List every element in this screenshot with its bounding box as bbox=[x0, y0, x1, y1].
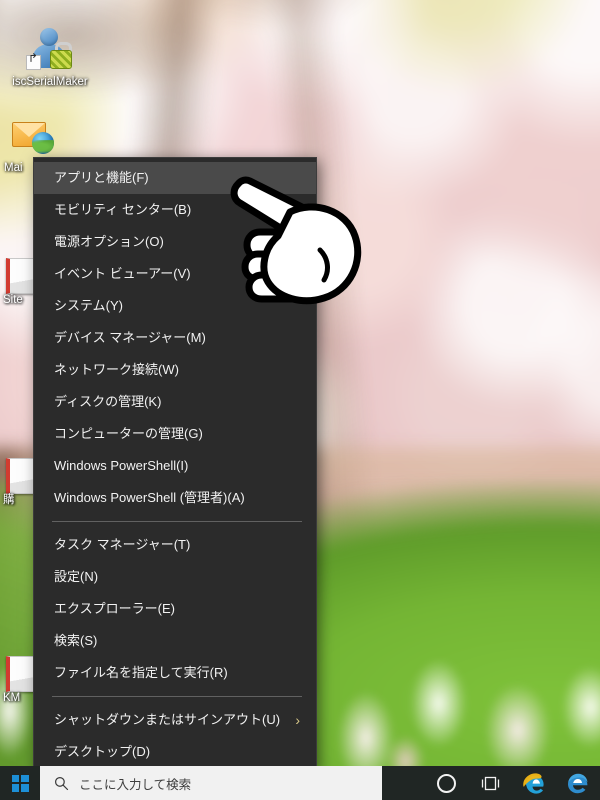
menu-item-windows-powershell[interactable]: Windows PowerShell(I) bbox=[34, 450, 316, 482]
internet-explorer-icon bbox=[523, 773, 544, 794]
menu-item-label: デスクトップ(D) bbox=[54, 744, 151, 759]
desktop-screen: iscSerialMaker Mai Site 購 KM アプリと機能(F)モビ… bbox=[0, 0, 600, 800]
person-lock-icon bbox=[26, 26, 74, 74]
menu-item-label: 設定(N) bbox=[54, 569, 99, 584]
menu-separator bbox=[52, 696, 302, 697]
menu-item-label: Windows PowerShell(I) bbox=[54, 458, 189, 473]
internet-explorer-button[interactable] bbox=[512, 766, 556, 800]
menu-item-label: イベント ビューアー(V) bbox=[54, 266, 191, 281]
start-button[interactable] bbox=[0, 766, 40, 800]
menu-item-label: ネットワーク接続(W) bbox=[54, 362, 179, 377]
menu-item-label: エクスプローラー(E) bbox=[54, 601, 175, 616]
menu-item-computer-management[interactable]: コンピューターの管理(G) bbox=[34, 418, 316, 450]
menu-item-desktop[interactable]: デスクトップ(D) bbox=[34, 736, 316, 768]
menu-item-network-connections[interactable]: ネットワーク接続(W) bbox=[34, 354, 316, 386]
menu-item-label: コンピューターの管理(G) bbox=[54, 426, 203, 441]
menu-item-label: デバイス マネージャー(M) bbox=[54, 330, 206, 345]
task-view-icon bbox=[481, 776, 499, 790]
menu-item-search[interactable]: 検索(S) bbox=[34, 625, 316, 657]
menu-item-settings[interactable]: 設定(N) bbox=[34, 561, 316, 593]
menu-item-label: Windows PowerShell (管理者)(A) bbox=[54, 490, 245, 505]
menu-item-run[interactable]: ファイル名を指定して実行(R) bbox=[34, 657, 316, 689]
menu-item-disk-management[interactable]: ディスクの管理(K) bbox=[34, 386, 316, 418]
task-view-button[interactable] bbox=[468, 766, 512, 800]
microsoft-edge-icon bbox=[568, 773, 588, 794]
shortcut-arrow-icon bbox=[26, 52, 41, 70]
windows-logo-icon bbox=[11, 774, 29, 792]
menu-item-windows-powershell-admin[interactable]: Windows PowerShell (管理者)(A) bbox=[34, 482, 316, 514]
menu-item-label: アプリと機能(F) bbox=[54, 170, 149, 185]
menu-item-label: タスク マネージャー(T) bbox=[54, 537, 191, 552]
menu-item-task-manager[interactable]: タスク マネージャー(T) bbox=[34, 529, 316, 561]
menu-item-mobility-center[interactable]: モビリティ センター(B) bbox=[34, 194, 316, 226]
menu-item-shutdown-or-signout[interactable]: シャットダウンまたはサインアウト(U) › bbox=[34, 704, 316, 736]
menu-item-power-options[interactable]: 電源オプション(O) bbox=[34, 226, 316, 258]
menu-separator bbox=[52, 521, 302, 522]
menu-item-label: シャットダウンまたはサインアウト(U) bbox=[54, 712, 281, 727]
menu-item-event-viewer[interactable]: イベント ビューアー(V) bbox=[34, 258, 316, 290]
menu-item-label: システム(Y) bbox=[54, 298, 123, 313]
taskbar: ここに入力して検索 bbox=[0, 766, 600, 800]
taskbar-spacer bbox=[382, 766, 424, 800]
menu-item-device-manager[interactable]: デバイス マネージャー(M) bbox=[34, 322, 316, 354]
menu-item-label: 検索(S) bbox=[54, 633, 98, 648]
winx-context-menu: アプリと機能(F) モビリティ センター(B) 電源オプション(O) イベント ビュー… bbox=[34, 158, 316, 772]
cortana-button[interactable] bbox=[424, 766, 468, 800]
cortana-circle-icon bbox=[436, 773, 456, 793]
mail-globe-icon bbox=[10, 112, 58, 160]
menu-item-label: 電源オプション(O) bbox=[54, 234, 164, 249]
search-input[interactable]: ここに入力して検索 bbox=[40, 766, 382, 800]
desktop-icon-iscserialmaker[interactable]: iscSerialMaker bbox=[2, 26, 98, 89]
menu-item-label: ディスクの管理(K) bbox=[54, 394, 162, 409]
menu-item-system[interactable]: システム(Y) bbox=[34, 290, 316, 322]
microsoft-edge-button[interactable] bbox=[556, 766, 600, 800]
chevron-right-icon: › bbox=[295, 712, 300, 728]
menu-item-label: モビリティ センター(B) bbox=[54, 202, 192, 217]
menu-item-file-explorer[interactable]: エクスプローラー(E) bbox=[34, 593, 316, 625]
menu-item-apps-and-features[interactable]: アプリと機能(F) bbox=[34, 162, 316, 194]
menu-item-label: ファイル名を指定して実行(R) bbox=[54, 665, 228, 680]
desktop-icon-label: iscSerialMaker bbox=[12, 76, 88, 88]
search-placeholder-text: ここに入力して検索 bbox=[79, 777, 192, 792]
search-icon bbox=[54, 776, 69, 791]
